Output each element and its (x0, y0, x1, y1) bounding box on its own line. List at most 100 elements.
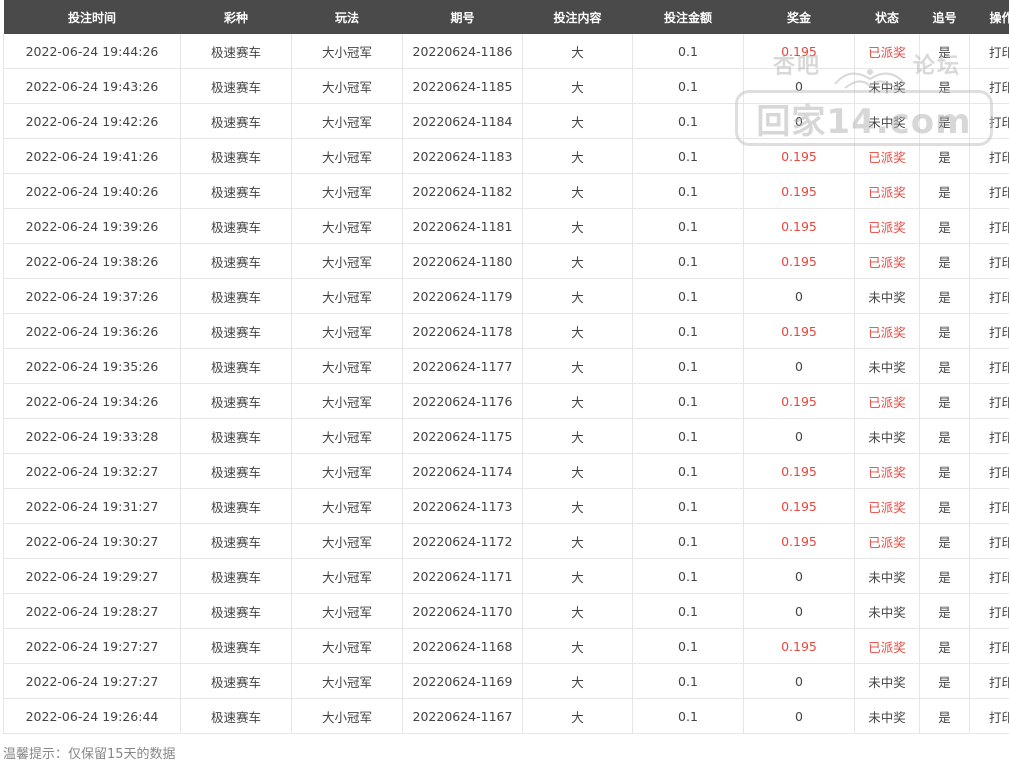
status-cell: 已派奖 (854, 313, 920, 349)
header-prize: 奖金 (743, 0, 855, 34)
print-link[interactable]: 打印 (969, 383, 1009, 419)
lottery-cell: 极速赛车 (180, 278, 292, 314)
bet-amount-cell: 0.1 (632, 313, 744, 349)
lottery-cell: 极速赛车 (180, 34, 292, 69)
bet-amount-cell: 0.1 (632, 558, 744, 594)
retention-tip: 温馨提示：仅保留15天的数据 (3, 747, 176, 762)
bet-amount-cell: 0.1 (632, 34, 744, 69)
chase-cell: 是 (919, 208, 970, 244)
print-link[interactable]: 打印 (969, 628, 1009, 664)
print-link[interactable]: 打印 (969, 593, 1009, 629)
status-cell: 已派奖 (854, 523, 920, 559)
status-cell: 已派奖 (854, 138, 920, 174)
issue-number-cell: 20220624-1171 (402, 558, 523, 594)
play-type-cell: 大小冠军 (291, 383, 403, 419)
bet-amount-cell: 0.1 (632, 593, 744, 629)
bet-amount-cell: 0.1 (632, 418, 744, 454)
issue-number-cell: 20220624-1184 (402, 103, 523, 139)
bet-amount-cell: 0.1 (632, 383, 744, 419)
prize-cell: 0 (743, 103, 855, 139)
print-link[interactable]: 打印 (969, 243, 1009, 279)
bet-time-cell: 2022-06-24 19:36:26 (3, 313, 181, 349)
chase-cell: 是 (919, 278, 970, 314)
table-row: 2022-06-24 19:30:27 极速赛车 大小冠军 20220624-1172… (3, 523, 1009, 559)
bet-time-cell: 2022-06-24 19:26:44 (3, 698, 181, 734)
table-row: 2022-06-24 19:41:26 极速赛车 大小冠军 20220624-1183… (3, 138, 1009, 174)
prize-cell: 0 (743, 698, 855, 734)
table-row: 2022-06-24 19:39:26 极速赛车 大小冠军 20220624-1181… (3, 208, 1009, 244)
table-row: 2022-06-24 19:34:26 极速赛车 大小冠军 20220624-1176… (3, 383, 1009, 419)
table-row: 2022-06-24 19:26:44 极速赛车 大小冠军 20220624-1167… (3, 698, 1009, 734)
print-link[interactable]: 打印 (969, 418, 1009, 454)
print-link[interactable]: 打印 (969, 453, 1009, 489)
lottery-cell: 极速赛车 (180, 103, 292, 139)
lottery-cell: 极速赛车 (180, 173, 292, 209)
print-link[interactable]: 打印 (969, 173, 1009, 209)
header-play: 玩法 (291, 0, 403, 34)
prize-cell: 0.195 (743, 208, 855, 244)
play-type-cell: 大小冠军 (291, 138, 403, 174)
status-cell: 已派奖 (854, 208, 920, 244)
bet-content-cell: 大 (522, 34, 633, 69)
print-link[interactable]: 打印 (969, 138, 1009, 174)
bet-time-cell: 2022-06-24 19:33:28 (3, 418, 181, 454)
status-cell: 已派奖 (854, 628, 920, 664)
bet-time-cell: 2022-06-24 19:41:26 (3, 138, 181, 174)
play-type-cell: 大小冠军 (291, 103, 403, 139)
prize-cell: 0.195 (743, 628, 855, 664)
bet-time-cell: 2022-06-24 19:28:27 (3, 593, 181, 629)
lottery-cell: 极速赛车 (180, 523, 292, 559)
bet-content-cell: 大 (522, 383, 633, 419)
issue-number-cell: 20220624-1173 (402, 488, 523, 524)
chase-cell: 是 (919, 243, 970, 279)
bet-time-cell: 2022-06-24 19:27:27 (3, 628, 181, 664)
bet-amount-cell: 0.1 (632, 348, 744, 384)
bet-content-cell: 大 (522, 103, 633, 139)
issue-number-cell: 20220624-1182 (402, 173, 523, 209)
print-link[interactable]: 打印 (969, 698, 1009, 734)
bet-amount-cell: 0.1 (632, 173, 744, 209)
issue-number-cell: 20220624-1169 (402, 663, 523, 699)
bet-time-cell: 2022-06-24 19:31:27 (3, 488, 181, 524)
print-link[interactable]: 打印 (969, 313, 1009, 349)
print-link[interactable]: 打印 (969, 488, 1009, 524)
print-link[interactable]: 打印 (969, 278, 1009, 314)
prize-cell: 0.195 (743, 523, 855, 559)
table-header: 投注时间 彩种 玩法 期号 投注内容 投注金额 奖金 状态 追号 操作 (3, 0, 1009, 34)
prize-cell: 0 (743, 348, 855, 384)
print-link[interactable]: 打印 (969, 34, 1009, 69)
print-link[interactable]: 打印 (969, 558, 1009, 594)
play-type-cell: 大小冠军 (291, 278, 403, 314)
bet-records-panel: 投注时间 彩种 玩法 期号 投注内容 投注金额 奖金 状态 追号 操作 2022-06-24 19… (3, 0, 1009, 734)
status-cell: 未中奖 (854, 593, 920, 629)
bet-time-cell: 2022-06-24 19:32:27 (3, 453, 181, 489)
table-row: 2022-06-24 19:44:26 极速赛车 大小冠军 20220624-1186… (3, 34, 1009, 69)
issue-number-cell: 20220624-1179 (402, 278, 523, 314)
status-cell: 已派奖 (854, 383, 920, 419)
bet-content-cell: 大 (522, 173, 633, 209)
issue-number-cell: 20220624-1185 (402, 68, 523, 104)
chase-cell: 是 (919, 348, 970, 384)
prize-cell: 0 (743, 663, 855, 699)
bet-time-cell: 2022-06-24 19:44:26 (3, 34, 181, 69)
print-link[interactable]: 打印 (969, 348, 1009, 384)
bet-content-cell: 大 (522, 348, 633, 384)
lottery-cell: 极速赛车 (180, 313, 292, 349)
bet-amount-cell: 0.1 (632, 243, 744, 279)
print-link[interactable]: 打印 (969, 208, 1009, 244)
issue-number-cell: 20220624-1186 (402, 34, 523, 69)
table-row: 2022-06-24 19:42:26 极速赛车 大小冠军 20220624-1184… (3, 103, 1009, 139)
print-link[interactable]: 打印 (969, 103, 1009, 139)
print-link[interactable]: 打印 (969, 68, 1009, 104)
bet-amount-cell: 0.1 (632, 453, 744, 489)
status-cell: 已派奖 (854, 453, 920, 489)
print-link[interactable]: 打印 (969, 663, 1009, 699)
issue-number-cell: 20220624-1172 (402, 523, 523, 559)
print-link[interactable]: 打印 (969, 523, 1009, 559)
lottery-cell: 极速赛车 (180, 593, 292, 629)
table-body: 2022-06-24 19:44:26 极速赛车 大小冠军 20220624-1186… (3, 34, 1009, 734)
play-type-cell: 大小冠军 (291, 418, 403, 454)
bet-time-cell: 2022-06-24 19:39:26 (3, 208, 181, 244)
bet-amount-cell: 0.1 (632, 103, 744, 139)
status-cell: 未中奖 (854, 418, 920, 454)
